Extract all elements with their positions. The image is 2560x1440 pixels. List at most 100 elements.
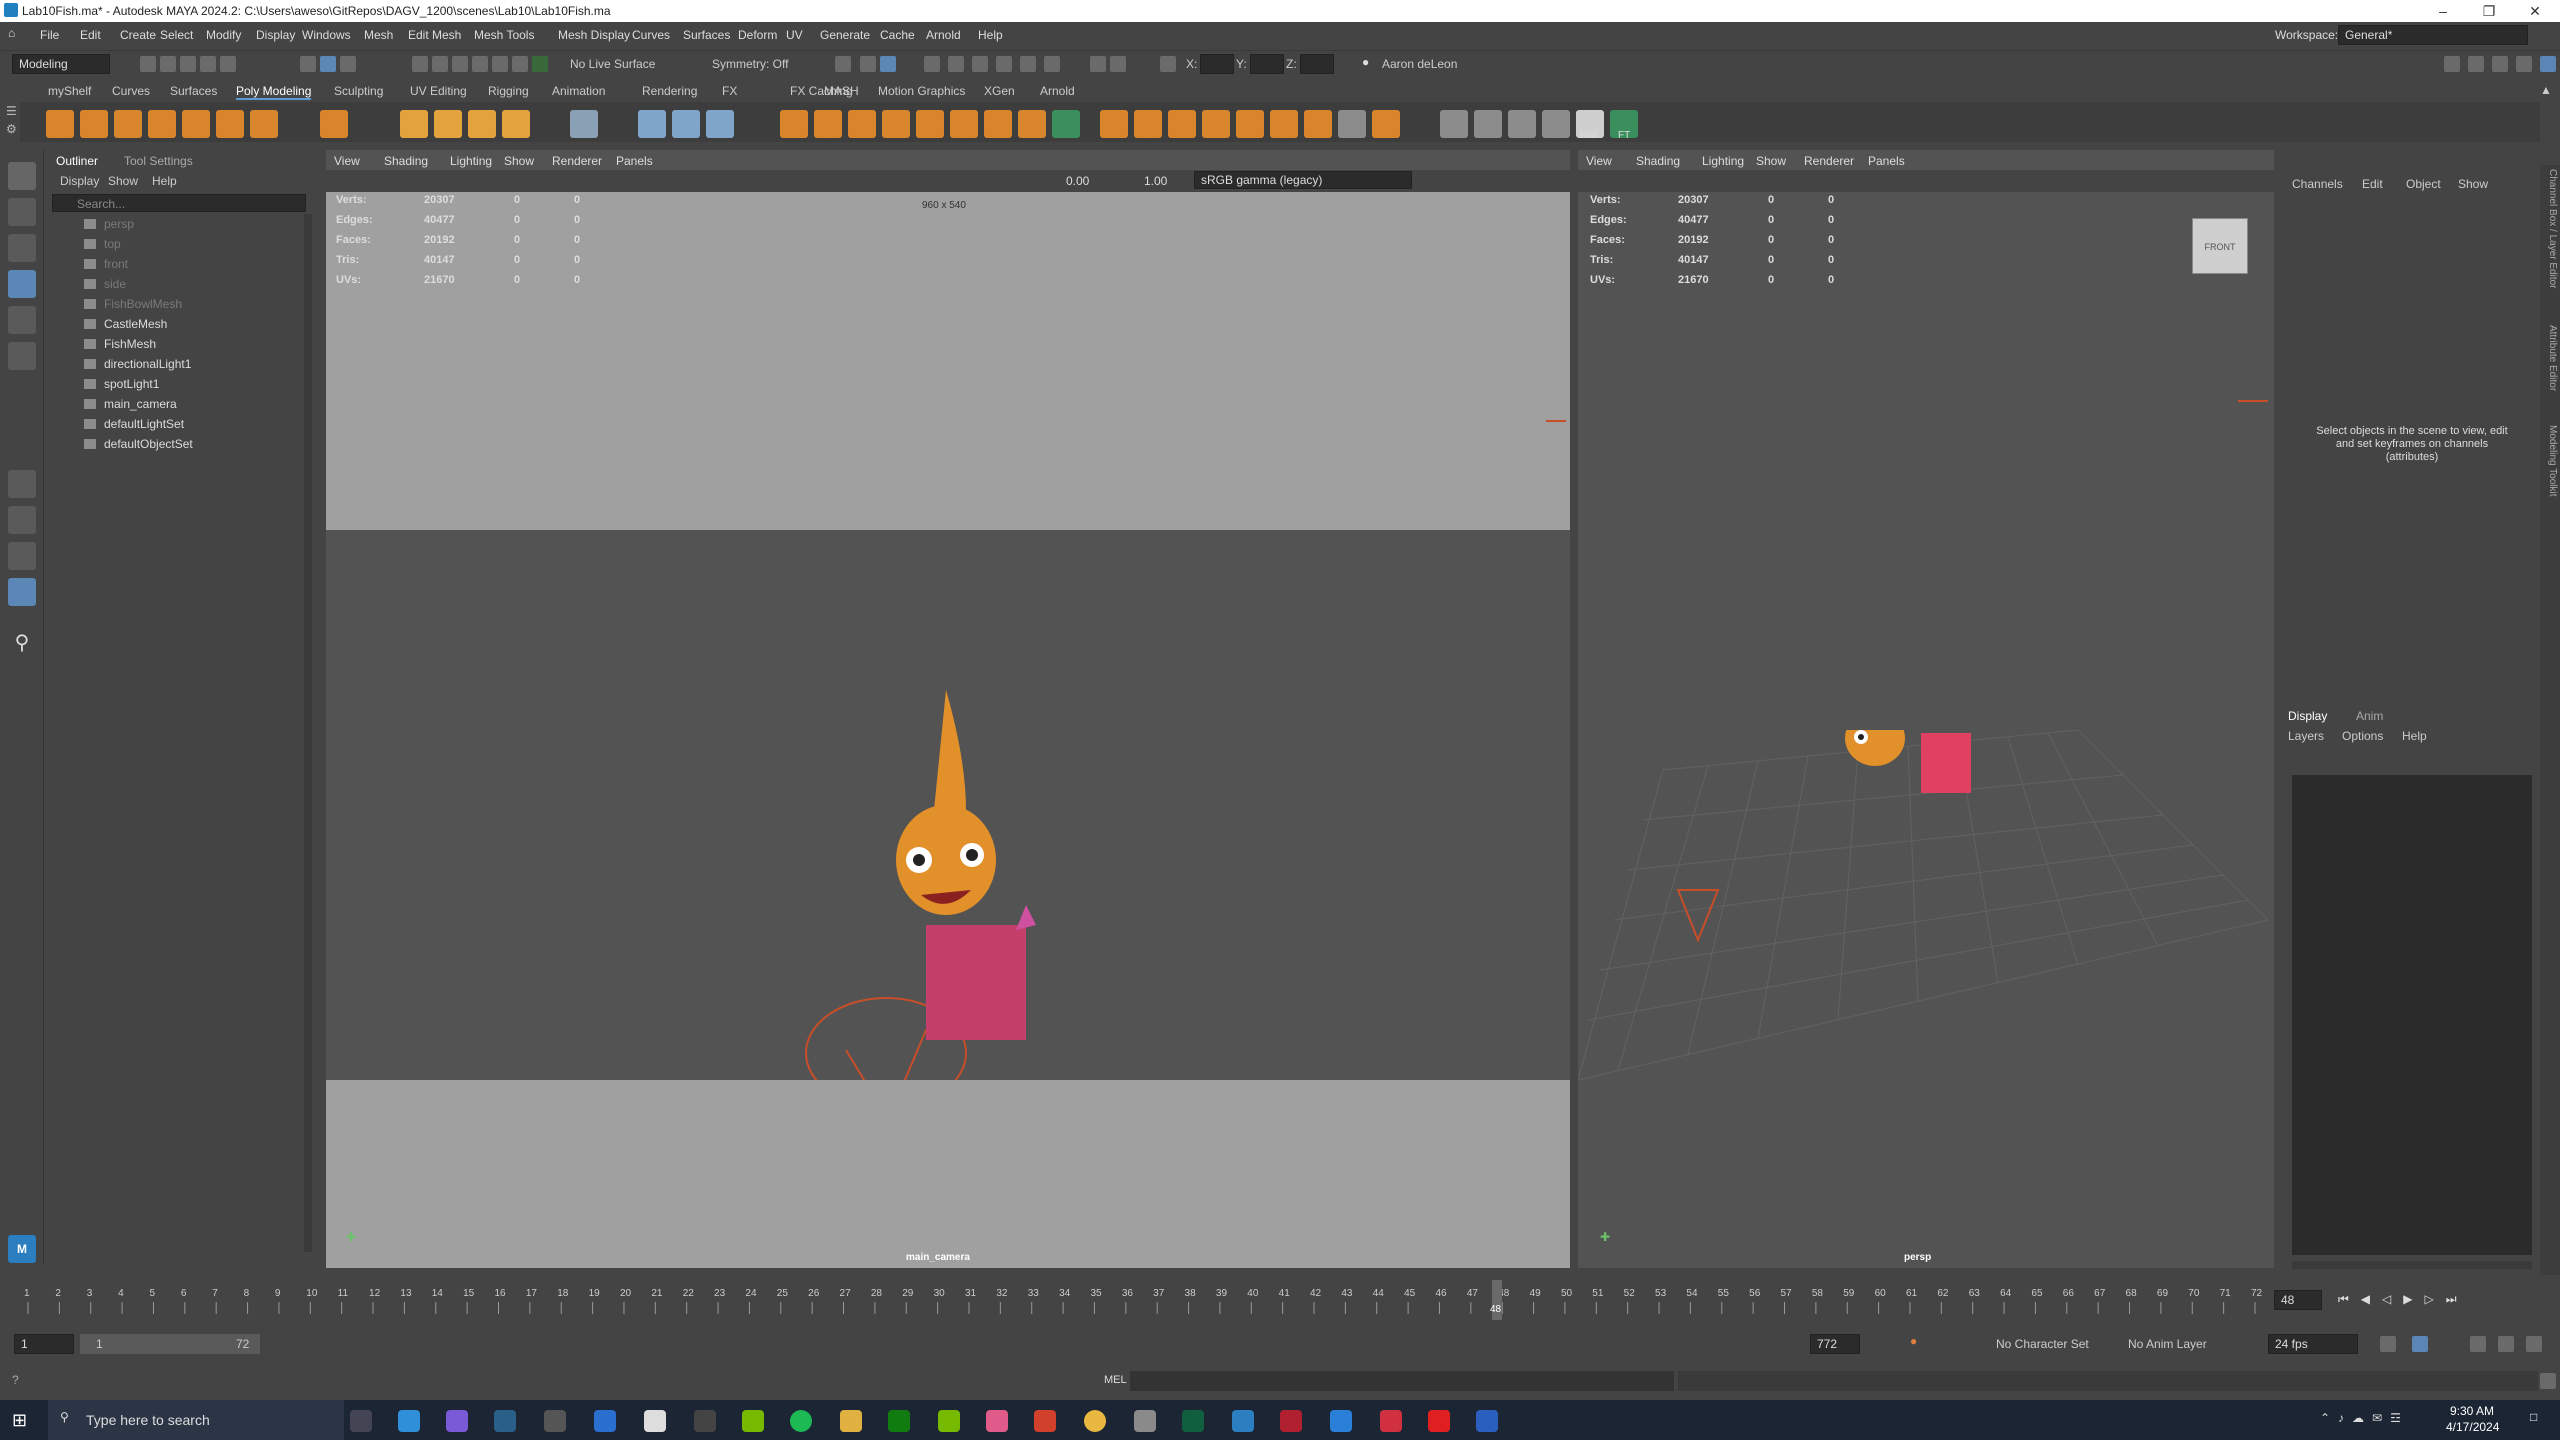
side-tab-modeling-toolkit[interactable]: Modeling Toolkit bbox=[2544, 425, 2558, 545]
attribute-editor-icon[interactable] bbox=[2492, 56, 2508, 72]
ipr-render-icon[interactable] bbox=[880, 56, 896, 72]
center-pivot-icon[interactable] bbox=[1100, 110, 1128, 138]
menu-uv[interactable]: UV bbox=[786, 28, 803, 42]
shelf-scroll-up-icon[interactable]: ▲ bbox=[2540, 83, 2552, 97]
outliner-menu-show[interactable]: Show bbox=[108, 174, 138, 188]
four-view-icon[interactable] bbox=[8, 506, 36, 534]
freeze-transforms-icon[interactable] bbox=[1134, 110, 1162, 138]
channel-menu-edit[interactable]: Edit bbox=[2362, 177, 2383, 191]
davinci-icon[interactable] bbox=[1280, 1410, 1302, 1432]
layer-menu-help[interactable]: Help bbox=[2402, 729, 2427, 743]
boolean-difference-icon[interactable] bbox=[814, 110, 842, 138]
time-slider[interactable]: 1 2 3 4 5 6 7 8 9 10 11 12 13 14 15 16 17 18 19 20 21 22 23 24 2… bbox=[0, 1280, 2560, 1320]
outliner-item[interactable]: main_camera bbox=[46, 394, 306, 414]
fill-hole-icon[interactable] bbox=[950, 110, 978, 138]
edge-browser-icon[interactable] bbox=[398, 1410, 420, 1432]
menu-surfaces[interactable]: Surfaces bbox=[683, 28, 730, 42]
outliner-menu-display[interactable]: Display bbox=[60, 174, 99, 188]
shelf-tab-surfaces[interactable]: Surfaces bbox=[170, 84, 217, 98]
tab-display-layers[interactable]: Display bbox=[2288, 709, 2327, 723]
notification-icon[interactable]: □ bbox=[2530, 1410, 2537, 1424]
outliner-scrollbar[interactable] bbox=[304, 214, 312, 1252]
playback-controls[interactable]: ⏮◀◁▶▷⏭ bbox=[2338, 1292, 2469, 1307]
slide-edge-icon[interactable] bbox=[1474, 110, 1502, 138]
menu-help[interactable]: Help bbox=[978, 28, 1003, 42]
outliner-item[interactable]: defaultLightSet bbox=[46, 414, 306, 434]
shelf-tab-xgen[interactable]: XGen bbox=[984, 84, 1015, 98]
save-scene-icon[interactable] bbox=[180, 56, 196, 72]
unity-icon[interactable] bbox=[644, 1410, 666, 1432]
layer-menu-layers[interactable]: Layers bbox=[2288, 729, 2324, 743]
menu-cache[interactable]: Cache bbox=[880, 28, 915, 42]
quad-draw-icon[interactable] bbox=[1372, 110, 1400, 138]
shelf-tab-fx[interactable]: FX bbox=[722, 84, 737, 98]
make-live-icon[interactable] bbox=[532, 56, 548, 72]
shelf-gear-icon[interactable]: ⚙ bbox=[6, 122, 17, 136]
platonic-solid-icon[interactable] bbox=[320, 110, 348, 138]
bevel-icon[interactable] bbox=[916, 110, 944, 138]
current-frame-field[interactable]: 48 bbox=[2274, 1290, 2322, 1310]
channel-menu-object[interactable]: Object bbox=[2406, 177, 2441, 191]
clock-date[interactable]: 4/17/2024 bbox=[2446, 1420, 2499, 1434]
move-tool-icon[interactable] bbox=[8, 270, 36, 298]
channel-menu-channels[interactable]: Channels bbox=[2292, 177, 2343, 191]
auto-key-icon[interactable]: ● bbox=[1910, 1334, 1917, 1348]
shelf-tab-poly-modeling[interactable]: Poly Modeling bbox=[236, 84, 312, 100]
tool-settings-icon[interactable] bbox=[2516, 56, 2532, 72]
home-icon[interactable]: ⌂ bbox=[8, 26, 22, 40]
super-shape-icon[interactable] bbox=[400, 110, 428, 138]
outliner-item[interactable]: side bbox=[46, 274, 306, 294]
snap-surface-icon[interactable] bbox=[492, 56, 508, 72]
snap-grid-icon[interactable] bbox=[412, 56, 428, 72]
workspace-select[interactable]: General* bbox=[2338, 25, 2528, 45]
target-weld-icon[interactable] bbox=[1304, 110, 1332, 138]
playblast-icon[interactable] bbox=[1090, 56, 1106, 72]
shelf-tab-arnold[interactable]: Arnold bbox=[1040, 84, 1075, 98]
select-hierarchy-icon[interactable] bbox=[300, 56, 316, 72]
viewport-right-menu-panels[interactable]: Panels bbox=[1868, 154, 1905, 172]
smooth-tool-icon[interactable] bbox=[638, 110, 666, 138]
chrome-icon[interactable] bbox=[1084, 1410, 1106, 1432]
bridge-icon[interactable] bbox=[882, 110, 910, 138]
menu-set-select[interactable]: Modeling bbox=[12, 54, 110, 74]
menu-windows[interactable]: Windows bbox=[302, 28, 351, 42]
shelf-menu-icon[interactable]: ☰ bbox=[6, 104, 17, 118]
svg-tool-icon[interactable] bbox=[502, 110, 530, 138]
shelf-tab-rigging[interactable]: Rigging bbox=[488, 84, 529, 98]
maya-home-icon[interactable]: M bbox=[8, 1235, 36, 1263]
layer-menu-options[interactable]: Options bbox=[2342, 729, 2383, 743]
sweep-mesh-icon[interactable] bbox=[434, 110, 462, 138]
battlenet-icon[interactable] bbox=[594, 1410, 616, 1432]
hypershade-icon[interactable] bbox=[972, 56, 988, 72]
viewport-left-menu-shading[interactable]: Shading bbox=[384, 154, 428, 172]
task-view-icon[interactable] bbox=[350, 1410, 372, 1432]
wireframe-icon[interactable] bbox=[1542, 110, 1570, 138]
animation-start-field[interactable]: 1 bbox=[14, 1334, 74, 1354]
steam-icon[interactable] bbox=[494, 1410, 516, 1432]
search-icon[interactable]: ⚲ bbox=[8, 630, 36, 658]
maximize-button[interactable]: ❐ bbox=[2466, 0, 2512, 22]
photos-icon[interactable] bbox=[986, 1410, 1008, 1432]
arnold-ipr-icon[interactable] bbox=[1020, 56, 1036, 72]
delete-history-icon[interactable] bbox=[1168, 110, 1196, 138]
minimize-button[interactable]: – bbox=[2420, 0, 2466, 22]
separate-icon[interactable] bbox=[706, 110, 734, 138]
viewport-left-menu-lighting[interactable]: Lighting bbox=[450, 154, 492, 172]
word-icon[interactable] bbox=[1476, 1410, 1498, 1432]
render-settings-icon[interactable] bbox=[948, 56, 964, 72]
menu-deform[interactable]: Deform bbox=[738, 28, 777, 42]
type-tool-icon[interactable] bbox=[468, 110, 496, 138]
vscode-icon[interactable] bbox=[1330, 1410, 1352, 1432]
menu-display[interactable]: Display bbox=[256, 28, 295, 42]
y-field[interactable] bbox=[1250, 54, 1284, 74]
viewport-right-menu-lighting[interactable]: Lighting bbox=[1702, 154, 1744, 172]
layer-list[interactable] bbox=[2292, 775, 2532, 1255]
github-icon[interactable] bbox=[694, 1410, 716, 1432]
gamma-field[interactable]: 1.00 bbox=[1144, 174, 1167, 188]
outliner-item[interactable]: spotLight1 bbox=[46, 374, 306, 394]
symmetry-label[interactable]: Symmetry: Off bbox=[712, 57, 788, 71]
poly-plane-icon[interactable] bbox=[216, 110, 244, 138]
fps-select[interactable]: 24 fps bbox=[2268, 1334, 2358, 1354]
nvidia-icon[interactable] bbox=[742, 1410, 764, 1432]
mel-label[interactable]: MEL bbox=[1104, 1374, 1127, 1386]
